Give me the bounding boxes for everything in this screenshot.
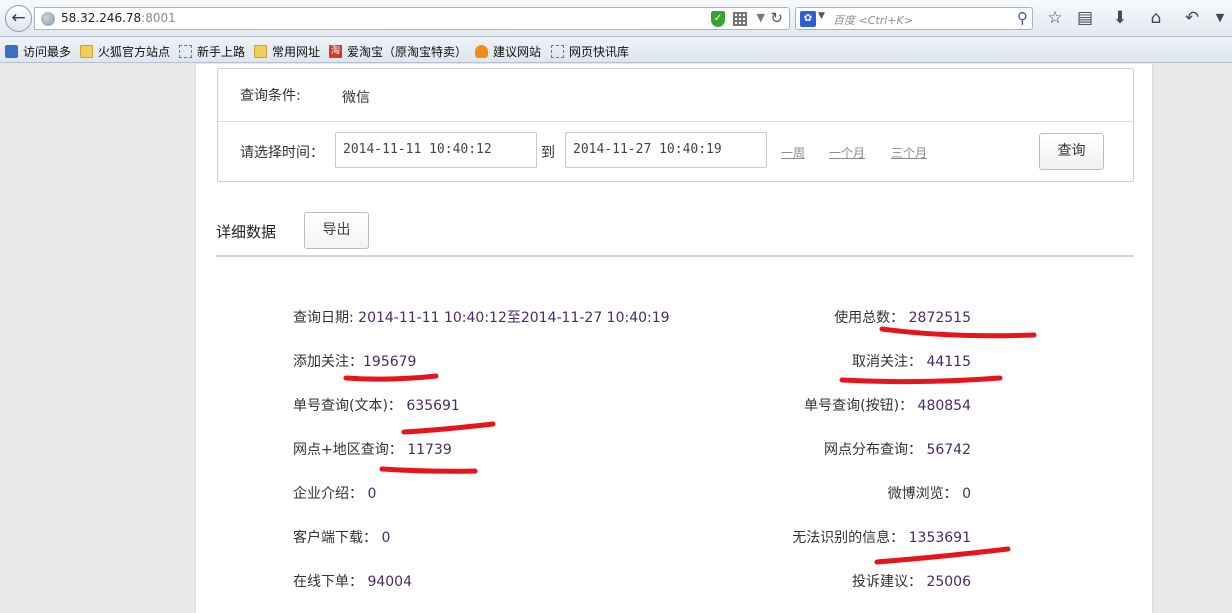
export-button[interactable]: 导出	[304, 212, 369, 249]
stat-weibo-browse: 微博浏览： 0	[888, 483, 971, 503]
stat-complaints: 投诉建议： 25006	[852, 571, 971, 591]
stat-unrecognized-messages: 无法识别的信息： 1353691	[792, 527, 971, 547]
reload-icon[interactable]: ↻	[770, 9, 783, 27]
bookmark-icon	[5, 44, 18, 58]
to-label: 到	[541, 145, 555, 161]
qr-code-icon[interactable]	[733, 12, 747, 26]
stat-label: 单号查询(文本)：	[293, 398, 402, 414]
stat-value: 0	[381, 530, 391, 546]
undo-icon[interactable]: ↶	[1180, 7, 1204, 29]
address-bar[interactable]: 58.32.246.78:8001 ✓ ▼ ↻	[34, 7, 790, 30]
stat-label: 在线下单：	[293, 574, 363, 590]
search-icon[interactable]: ⚲	[1017, 9, 1028, 27]
range-one-week-link[interactable]: 一周	[781, 144, 805, 161]
stat-label: 微博浏览：	[887, 486, 958, 502]
bookmark-firefox-official[interactable]: 火狐官方站点	[80, 43, 170, 59]
stat-label: 添加关注：	[293, 354, 363, 370]
range-one-month-link[interactable]: 一个月	[829, 144, 865, 161]
query-date-row: 查询日期: 2014-11-11 10:40:12至2014-11-27 10:…	[293, 307, 670, 327]
stat-outlet-region-query: 网点+地区查询： 11739	[293, 439, 452, 459]
bookmark-most-visited[interactable]: 访问最多	[5, 43, 71, 59]
back-arrow-icon[interactable]: ←	[5, 5, 32, 32]
stat-label: 投诉建议：	[852, 574, 922, 590]
condition-label: 查询条件:	[240, 88, 301, 104]
report-panel: 查询条件: 微信 请选择时间： 2014-11-11 10:40:12 到 20…	[195, 64, 1153, 613]
stat-value: 44115	[926, 354, 971, 370]
range-three-months-link[interactable]: 三个月	[891, 144, 927, 161]
stat-label: 网点+地区查询：	[293, 442, 403, 458]
browser-toolbar: ← 58.32.246.78:8001 ✓ ▼ ↻ ✿ ▼ 百度 <Ctrl+K…	[0, 0, 1232, 37]
stat-tracking-query-text: 单号查询(文本)： 635691	[293, 395, 460, 415]
folder-icon	[254, 44, 267, 58]
detail-section-title: 详细数据	[216, 223, 277, 241]
stat-client-download: 客户端下载： 0	[293, 527, 390, 547]
chevron-down-icon[interactable]: ▼	[757, 11, 765, 24]
menu-chevron-icon[interactable]: ▼	[1208, 7, 1232, 29]
stat-value: 0	[962, 486, 971, 502]
paw-icon[interactable]: ✿	[800, 11, 816, 27]
bookmark-suggested-sites[interactable]: 建议网站	[475, 43, 541, 59]
search-bar[interactable]: ✿ ▼ 百度 <Ctrl+K> ⚲	[795, 7, 1033, 30]
bookmarks-bar: 访问最多 火狐官方站点 新手上路 常用网址 淘爱淘宝（原淘宝特卖） 建议网站 网…	[0, 38, 1232, 63]
stat-label: 企业介绍：	[293, 486, 363, 502]
bookmark-web-slice[interactable]: 网页快讯库	[551, 43, 629, 59]
bookmark-ai-taobao[interactable]: 淘爱淘宝（原淘宝特卖）	[329, 43, 467, 59]
stat-company-intro: 企业介绍： 0	[293, 483, 376, 503]
page-icon	[179, 44, 192, 58]
stat-value: 480854	[917, 398, 971, 414]
page-viewport: 查询条件: 微信 请选择时间： 2014-11-11 10:40:12 到 20…	[0, 64, 1232, 613]
stat-value: 11739	[407, 442, 452, 458]
stat-label: 单号查询(按钮)：	[804, 398, 914, 414]
condition-value: 微信	[342, 90, 370, 106]
stat-online-order: 在线下单： 94004	[293, 571, 412, 591]
page-icon	[551, 44, 564, 58]
stat-value: 1353691	[908, 530, 971, 546]
bookmark-common-sites[interactable]: 常用网址	[254, 43, 320, 59]
stat-value: 2872515	[908, 310, 971, 326]
stat-value: 56742	[926, 442, 971, 458]
shield-check-icon[interactable]: ✓	[711, 11, 725, 27]
home-icon[interactable]: ⌂	[1144, 7, 1168, 29]
chevron-down-icon[interactable]: ▼	[818, 11, 825, 21]
stat-value: 25006	[926, 574, 971, 590]
address-text[interactable]: 58.32.246.78:8001	[61, 11, 176, 25]
stat-value: 94004	[367, 574, 412, 590]
bookmark-getting-started[interactable]: 新手上路	[179, 43, 245, 59]
download-icon[interactable]: ⬇	[1108, 7, 1132, 29]
query-date-value: 2014-11-11 10:40:12至2014-11-27 10:40:19	[358, 310, 670, 326]
query-filter-box: 查询条件: 微信 请选择时间： 2014-11-11 10:40:12 到 20…	[217, 68, 1134, 182]
start-time-input[interactable]: 2014-11-11 10:40:12	[335, 132, 537, 168]
stat-label: 取消关注：	[852, 354, 922, 370]
query-button[interactable]: 查询	[1039, 133, 1104, 170]
stat-label: 网点分布查询：	[824, 442, 922, 458]
stat-tracking-query-button: 单号查询(按钮)： 480854	[804, 395, 971, 415]
clipboard-icon[interactable]: ▤	[1073, 7, 1097, 29]
star-icon[interactable]: ☆	[1043, 7, 1067, 29]
stat-value: 635691	[406, 398, 460, 414]
stat-label: 使用总数：	[834, 310, 905, 326]
stat-value: 195679	[363, 354, 417, 370]
folder-icon	[80, 44, 93, 58]
stat-label: 无法识别的信息：	[792, 530, 905, 546]
query-date-label: 查询日期:	[293, 310, 354, 326]
taobao-icon: 淘	[329, 44, 342, 58]
condition-row: 查询条件: 微信	[218, 69, 1133, 122]
stat-value: 0	[367, 486, 377, 502]
search-input[interactable]: 百度 <Ctrl+K>	[833, 12, 913, 28]
globe-icon	[41, 12, 55, 26]
stat-outlet-distribution: 网点分布查询： 56742	[824, 439, 971, 459]
lightbulb-icon	[475, 44, 488, 58]
end-time-input[interactable]: 2014-11-27 10:40:19	[565, 132, 767, 168]
stat-total-usage: 使用总数： 2872515	[834, 307, 971, 327]
stat-add-follow: 添加关注：195679	[293, 351, 416, 371]
stat-unfollow: 取消关注： 44115	[852, 351, 971, 371]
stat-label: 客户端下载：	[293, 530, 377, 546]
time-label: 请选择时间：	[240, 145, 324, 161]
section-divider	[216, 255, 1134, 257]
